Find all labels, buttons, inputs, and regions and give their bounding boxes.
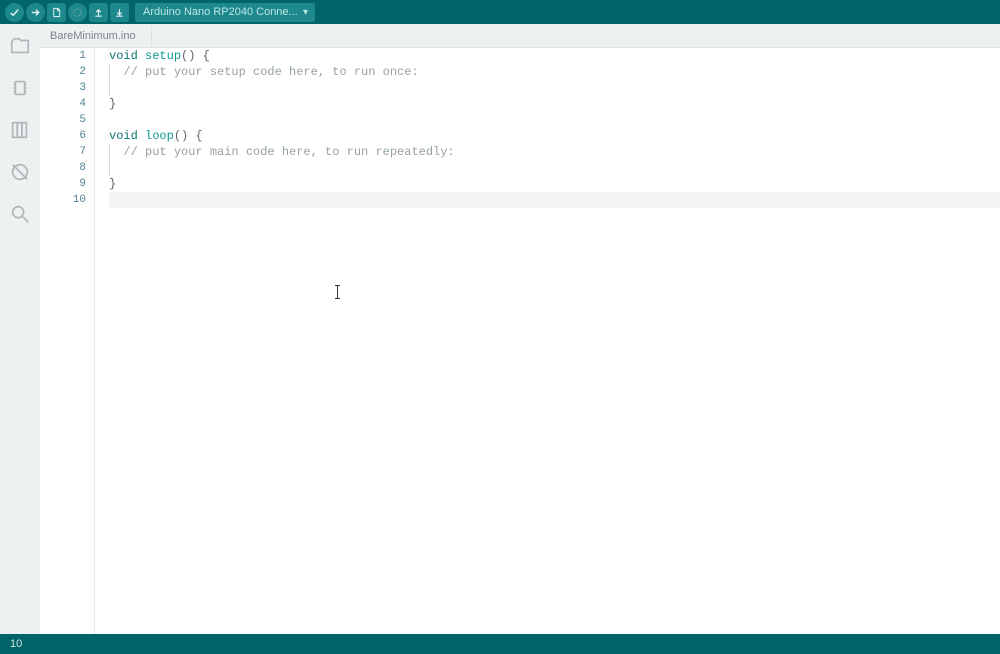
tab-label: BareMinimum.ino — [50, 30, 136, 42]
search-icon — [9, 203, 31, 225]
status-line-number: 10 — [10, 638, 22, 650]
gutter-line: 2 — [40, 64, 86, 80]
sidebar-item-sketchbook[interactable] — [8, 34, 32, 58]
main-area: BareMinimum.ino 12345678910 void setup()… — [0, 24, 1000, 634]
sidebar-item-libraries[interactable] — [8, 118, 32, 142]
code-line[interactable] — [109, 192, 1000, 208]
code-line[interactable] — [109, 112, 1000, 128]
sidebar-item-search[interactable] — [8, 202, 32, 226]
status-bar: 10 — [0, 634, 1000, 654]
code-line[interactable]: } — [109, 96, 1000, 112]
gutter-line: 9 — [40, 176, 86, 192]
sidebar-item-boards[interactable] — [8, 76, 32, 100]
tab-file[interactable]: BareMinimum.ino — [40, 25, 152, 47]
chip-icon — [9, 77, 31, 99]
code-line[interactable]: // put your setup code here, to run once… — [109, 64, 1000, 80]
board-selector-label: Arduino Nano RP2040 Conne... — [143, 6, 298, 18]
code-content[interactable]: void setup() { // put your setup code he… — [95, 48, 1000, 634]
code-line[interactable]: // put your main code here, to run repea… — [109, 144, 1000, 160]
code-line[interactable] — [109, 80, 1000, 96]
folder-icon — [9, 35, 31, 57]
upload-button[interactable] — [26, 3, 45, 22]
verify-button[interactable] — [5, 3, 24, 22]
upload-arrow-icon — [93, 7, 104, 18]
new-sketch-button[interactable] — [47, 3, 66, 22]
code-editor[interactable]: 12345678910 void setup() { // put your s… — [40, 48, 1000, 634]
bug-icon — [9, 161, 31, 183]
gutter-line: 5 — [40, 112, 86, 128]
board-selector[interactable]: Arduino Nano RP2040 Conne... — [135, 3, 315, 22]
sidebar-item-debug[interactable] — [8, 160, 32, 184]
line-gutter: 12345678910 — [40, 48, 95, 634]
sidebar — [0, 24, 40, 634]
download-arrow-icon — [114, 7, 125, 18]
code-line[interactable]: void setup() { — [109, 48, 1000, 64]
text-cursor — [337, 285, 338, 299]
books-icon — [9, 119, 31, 141]
gutter-line: 1 — [40, 48, 86, 64]
gutter-line: 4 — [40, 96, 86, 112]
code-line[interactable] — [109, 160, 1000, 176]
editor-region: BareMinimum.ino 12345678910 void setup()… — [40, 24, 1000, 634]
gutter-line: 6 — [40, 128, 86, 144]
gutter-line: 8 — [40, 160, 86, 176]
check-icon — [9, 7, 20, 18]
tab-bar: BareMinimum.ino — [40, 24, 1000, 48]
debug-button[interactable] — [68, 3, 87, 22]
arrow-right-icon — [30, 7, 41, 18]
debug-icon — [72, 7, 83, 18]
gutter-line: 10 — [40, 192, 86, 208]
gutter-line: 3 — [40, 80, 86, 96]
code-line[interactable]: void loop() { — [109, 128, 1000, 144]
toolbar: Arduino Nano RP2040 Conne... — [0, 0, 1000, 24]
serial-plotter-button[interactable] — [89, 3, 108, 22]
file-icon — [51, 7, 62, 18]
serial-monitor-button[interactable] — [110, 3, 129, 22]
gutter-line: 7 — [40, 144, 86, 160]
code-line[interactable]: } — [109, 176, 1000, 192]
